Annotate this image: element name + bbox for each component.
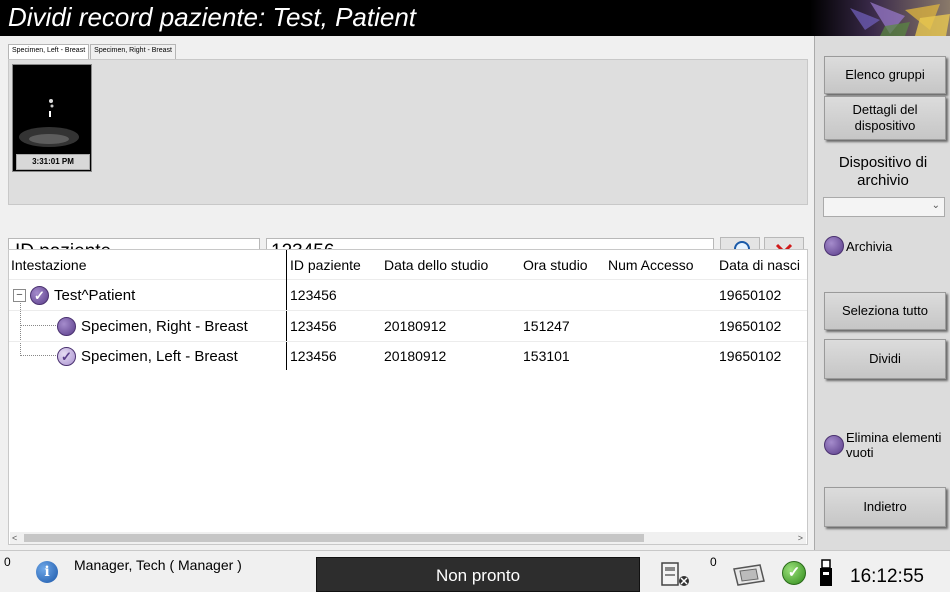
image-thumbnail[interactable]: 3:31:01 PM <box>12 64 92 172</box>
column-header-num-accesso[interactable]: Num Accesso <box>608 250 708 280</box>
scrollbar-thumb[interactable] <box>24 534 644 542</box>
queue-count: 0 <box>710 555 717 569</box>
flower-banner-image <box>810 0 950 36</box>
cell-patient-id: 123456 <box>290 287 337 303</box>
delete-empty-label: Elimina elementi vuoti <box>846 430 942 460</box>
cell-study-time: 151247 <box>523 318 570 334</box>
cell-study-date: 20180912 <box>384 348 447 364</box>
archive-button[interactable]: Archivia <box>824 236 892 256</box>
cell-patient-id: 123456 <box>290 348 337 364</box>
archive-device-dropdown[interactable]: ⌄ <box>823 197 945 217</box>
status-ok-icon[interactable]: ✓ <box>782 561 806 585</box>
system-status[interactable]: Non pronto <box>316 557 640 592</box>
row-name: Specimen, Left - Breast <box>81 347 238 365</box>
archive-label: Archivia <box>846 238 893 254</box>
cell-study-date: 20180912 <box>384 318 447 334</box>
tab-specimen-right[interactable]: Specimen, Right - Breast <box>90 44 176 59</box>
selected-check-icon[interactable]: ✓ <box>30 285 49 305</box>
archive-device-label: Dispositivo di archivio <box>838 154 928 189</box>
split-button[interactable]: Dividi <box>824 339 946 379</box>
tab-specimen-left[interactable]: Specimen, Left - Breast <box>8 44 90 59</box>
column-header-ora-studio[interactable]: Ora studio <box>523 250 603 280</box>
alerts-count: 0 <box>4 555 11 569</box>
row-name: Specimen, Right - Breast <box>81 317 248 335</box>
device-details-button[interactable]: Dettagli del dispositivo <box>824 96 946 140</box>
info-icon[interactable]: i <box>36 561 58 583</box>
cell-birth-date: 19650102 <box>719 287 782 303</box>
right-panel: Elenco gruppi Dettagli del dispositivo D… <box>814 36 950 550</box>
column-header-data-nascita[interactable]: Data di nasci <box>719 250 807 280</box>
title-bar: Dividi record paziente: Test, Patient <box>0 0 950 36</box>
cell-birth-date: 19650102 <box>719 318 782 334</box>
device-disconnected-icon[interactable] <box>658 559 692 592</box>
tree-node-study: Specimen, Right - Breast <box>57 311 248 341</box>
chevron-down-icon: ⌄ <box>931 200 940 211</box>
tree-node-study: ✓ Specimen, Left - Breast <box>57 341 238 371</box>
scroll-right-icon[interactable]: > <box>798 532 803 544</box>
tree-node-patient: − ✓ Test^Patient <box>13 280 135 310</box>
delete-empty-button[interactable]: Elimina elementi vuoti <box>824 430 950 460</box>
thumbnail-panel: 3:31:01 PM <box>8 59 808 205</box>
tree-line <box>20 325 56 326</box>
specimen-image <box>13 65 91 151</box>
unselected-dot-icon[interactable] <box>57 316 76 336</box>
cell-birth-date: 19650102 <box>719 348 782 364</box>
collapse-icon[interactable]: − <box>13 288 26 302</box>
column-header-data-studio[interactable]: Data dello studio <box>384 250 514 280</box>
cell-patient-id: 123456 <box>290 318 337 334</box>
window-title: Dividi record paziente: Test, Patient <box>8 2 417 32</box>
usb-storage-icon[interactable] <box>818 558 834 592</box>
delete-empty-dot-icon <box>824 435 844 455</box>
scroll-left-icon[interactable]: < <box>12 532 17 544</box>
group-list-button[interactable]: Elenco gruppi <box>824 56 946 94</box>
back-button[interactable]: Indietro <box>824 487 946 527</box>
thumbnail-tabs: Specimen, Left - Breast Specimen, Right … <box>8 44 177 59</box>
column-header-intestazione[interactable]: Intestazione <box>11 250 281 280</box>
archive-dot-icon <box>824 236 844 256</box>
thumbnail-time: 3:31:01 PM <box>16 154 90 170</box>
cell-study-time: 153101 <box>523 348 570 364</box>
tree-line <box>20 355 56 356</box>
tree-line <box>20 301 21 356</box>
current-user[interactable]: Manager, Tech ( Manager ) <box>74 557 242 573</box>
patient-table: Intestazione ID paziente Data dello stud… <box>8 249 808 545</box>
image-queue-icon[interactable] <box>730 559 768 592</box>
horizontal-scrollbar[interactable]: < > <box>10 532 806 544</box>
selected-check-icon[interactable]: ✓ <box>57 346 76 366</box>
clock: 16:12:55 <box>850 566 924 587</box>
select-all-button[interactable]: Seleziona tutto <box>824 292 946 330</box>
column-header-id-paziente[interactable]: ID paziente <box>290 250 380 280</box>
row-name: Test^Patient <box>54 286 136 304</box>
